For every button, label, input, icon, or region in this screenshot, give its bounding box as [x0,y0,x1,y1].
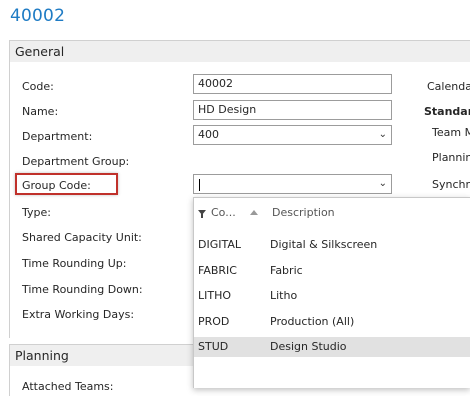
row-code: STUD [198,340,229,353]
department-value: 400 [198,128,219,141]
general-section-label: General [15,44,65,59]
group-code-highlight [15,173,118,195]
attached-teams-label: Attached Teams: [22,380,114,393]
department-group-label: Department Group: [22,155,130,168]
row-code: PROD [198,314,230,328]
dropdown-row[interactable]: LITHO Litho [194,286,470,306]
chevron-down-icon[interactable]: ⌄ [379,175,387,193]
group-code-dropdown[interactable]: Co... Description DIGITAL Digital & Silks… [193,197,470,388]
general-section-header[interactable]: General [9,40,470,62]
extra-working-days-label: Extra Working Days: [22,308,135,321]
department-select[interactable]: 400 ⌄ [193,125,392,145]
name-value: HD Design [198,103,257,116]
code-label: Code: [22,80,54,93]
row-description: Production (All) [270,314,355,328]
dropdown-row[interactable]: DIGITAL Digital & Silkscreen [194,235,470,255]
text-cursor [199,179,200,191]
description-column-header[interactable]: Description [272,206,335,219]
row-code: DIGITAL [198,238,242,251]
name-input[interactable]: HD Design [193,100,392,120]
calendar-label: Calenda [427,80,470,93]
type-label: Type: [22,206,51,219]
chevron-down-icon[interactable]: ⌄ [379,126,387,144]
time-rounding-up-label: Time Rounding Up: [22,257,127,270]
row-description: Digital & Silkscreen [270,238,378,251]
sort-ascending-icon[interactable] [250,210,258,215]
dropdown-row[interactable]: STUD Design Studio [194,337,470,357]
shared-capacity-unit-label: Shared Capacity Unit: [22,231,142,244]
name-label: Name: [22,105,59,118]
filter-icon-stem [201,214,203,218]
row-description: Design Studio [270,340,347,353]
row-code: LITHO [198,289,232,302]
planning-section-label: Planning [15,348,69,363]
planning-right-label: Plannin [432,151,470,164]
department-label: Department: [22,130,93,143]
code-column-header[interactable]: Co... [211,206,236,219]
code-input[interactable]: 40002 [193,74,392,94]
row-code: FABRIC [198,263,237,277]
synchro-label: Synchro [432,178,470,191]
dropdown-header: Co... Description [194,198,470,232]
page-title: 40002 [10,6,66,26]
code-value: 40002 [198,77,233,90]
dropdown-row[interactable]: PROD Production (All) [194,312,470,332]
team-label: Team M [432,126,470,139]
row-description: Fabric [270,263,303,277]
row-description: Litho [270,289,298,302]
dropdown-row[interactable]: FABRIC Fabric [194,261,470,281]
standard-label: Standar [424,105,470,118]
group-code-select[interactable]: ⌄ [193,174,392,194]
time-rounding-down-label: Time Rounding Down: [22,283,143,296]
